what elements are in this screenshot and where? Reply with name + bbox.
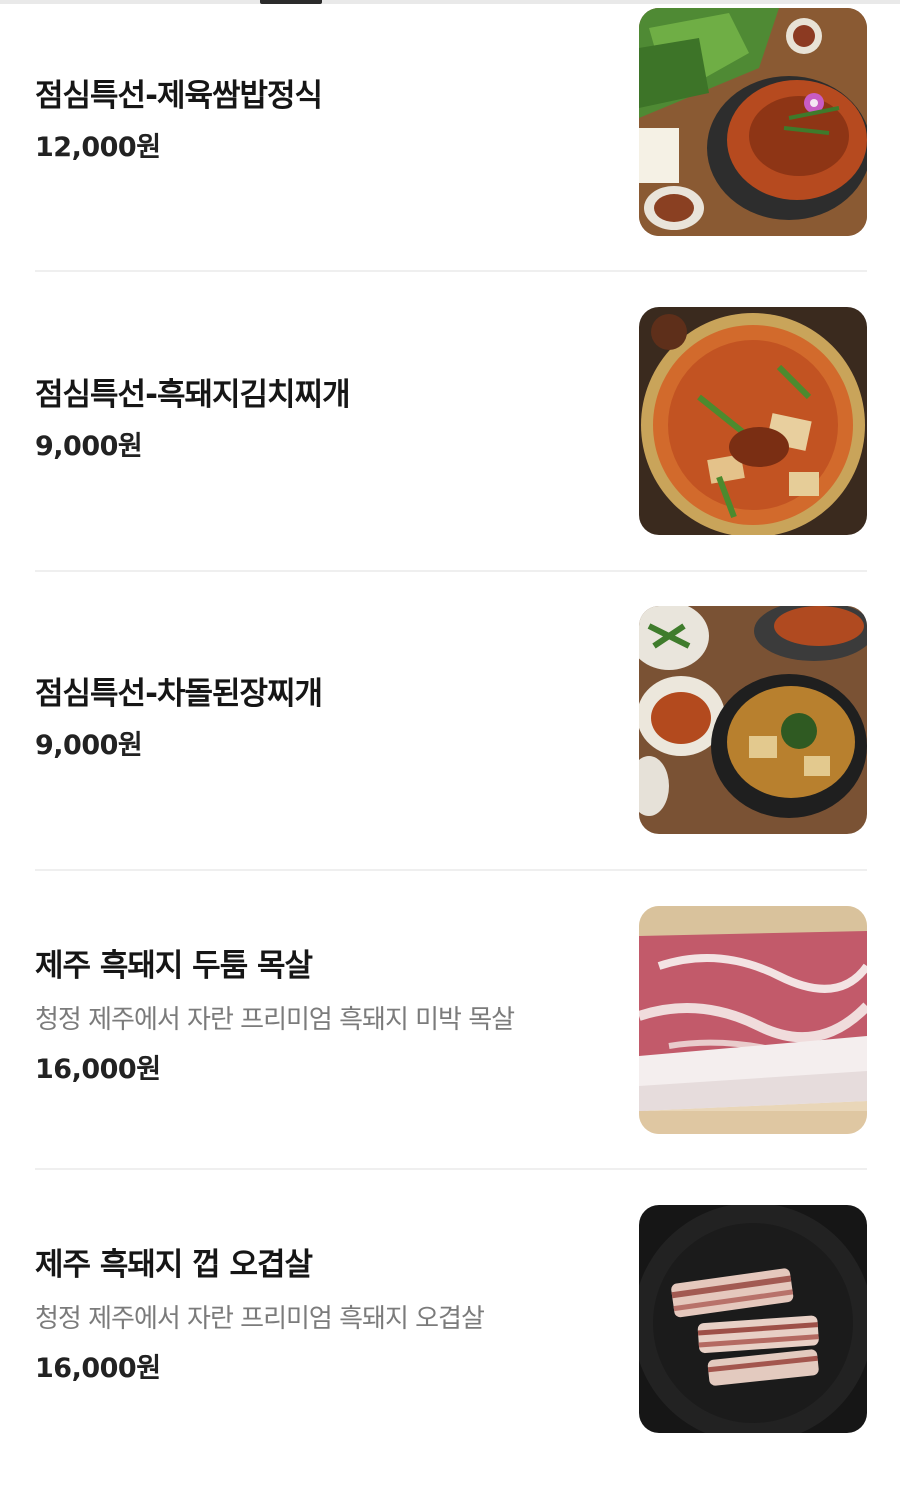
- menu-item-text: 점심특선-차돌된장찌개 9,000원: [35, 674, 625, 764]
- menu-item-text: 점심특선-제육쌈밥정식 12,000원: [35, 76, 625, 166]
- menu-item-price: 9,000원: [35, 730, 143, 761]
- menu-item-name: 점심특선-흑돼지김치찌개: [35, 377, 351, 413]
- pork-neck-raw-image: [639, 906, 867, 1134]
- divider: [35, 1168, 867, 1170]
- menu-item-name: 제주 흑돼지 껍 오겹살: [35, 1247, 313, 1283]
- pork-neck-raw-photo[interactable]: [639, 906, 867, 1134]
- menu-item-name: 점심특선-차돌된장찌개: [35, 676, 323, 712]
- menu-item[interactable]: 제주 흑돼지 껍 오겹살 청정 제주에서 자란 프리미엄 흑돼지 오겹살 16,…: [35, 1205, 867, 1505]
- menu-item-name: 점심특선-제육쌈밥정식: [35, 78, 323, 114]
- active-tab-indicator: [260, 0, 322, 4]
- menu-item-price: 9,000원: [35, 431, 143, 462]
- divider: [35, 570, 867, 572]
- top-tab-bar-line: [0, 0, 900, 4]
- menu-item-name: 제주 흑돼지 두툼 목살: [35, 948, 313, 984]
- menu-item-price: 16,000원: [35, 1353, 161, 1384]
- kimchi-jjigae-photo[interactable]: [639, 307, 867, 535]
- menu-item-price: 16,000원: [35, 1054, 161, 1085]
- jeyuk-ssambap-photo[interactable]: [639, 8, 867, 236]
- kimchi-jjigae-image: [639, 307, 867, 535]
- divider: [35, 270, 867, 272]
- doenjang-jjigae-image: [639, 606, 867, 834]
- menu-item-text: 점심특선-흑돼지김치찌개 9,000원: [35, 375, 625, 465]
- menu-item-text: 제주 흑돼지 껍 오겹살 청정 제주에서 자란 프리미엄 흑돼지 오겹살 16,…: [35, 1245, 625, 1387]
- pork-belly-grill-image: [639, 1205, 867, 1433]
- menu-item[interactable]: 점심특선-차돌된장찌개 9,000원: [35, 606, 867, 906]
- divider: [35, 869, 867, 871]
- menu-item-description: 청정 제주에서 자란 프리미엄 흑돼지 미박 목살: [35, 1005, 515, 1035]
- jeyuk-ssambap-image: [639, 8, 867, 236]
- menu-item[interactable]: 점심특선-흑돼지김치찌개 9,000원: [35, 307, 867, 607]
- pork-belly-grill-photo[interactable]: [639, 1205, 867, 1433]
- menu-item-description: 청정 제주에서 자란 프리미엄 흑돼지 오겹살: [35, 1304, 485, 1334]
- menu-item-text: 제주 흑돼지 두툼 목살 청정 제주에서 자란 프리미엄 흑돼지 미박 목살 1…: [35, 946, 625, 1088]
- menu-item[interactable]: 제주 흑돼지 두툼 목살 청정 제주에서 자란 프리미엄 흑돼지 미박 목살 1…: [35, 906, 867, 1206]
- menu-item-price: 12,000원: [35, 132, 161, 163]
- doenjang-jjigae-photo[interactable]: [639, 606, 867, 834]
- menu-item[interactable]: 점심특선-제육쌈밥정식 12,000원: [35, 8, 867, 308]
